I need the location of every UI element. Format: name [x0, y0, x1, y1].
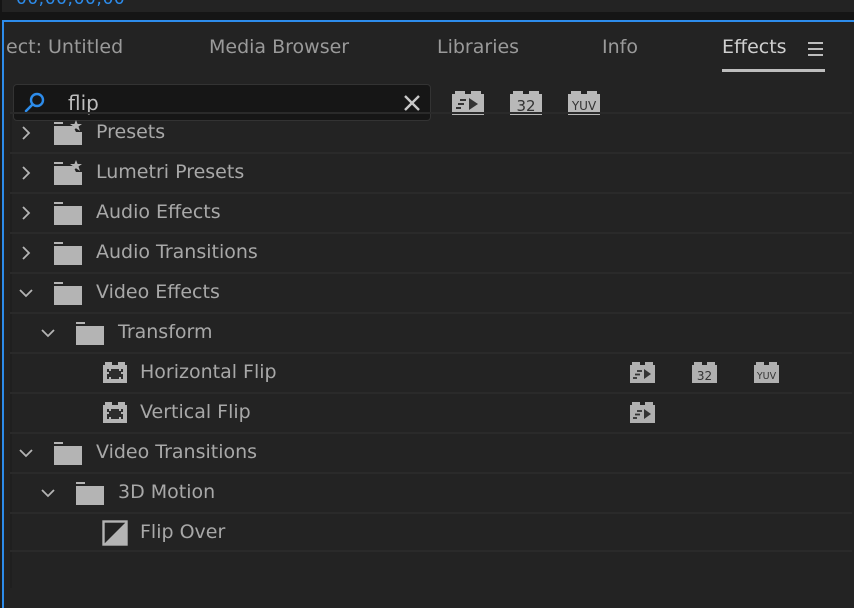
tree-item-flip-over[interactable]: Flip Over	[10, 512, 852, 552]
timecode[interactable]: 00;00;00;00	[16, 0, 125, 9]
accelerated-badge-icon	[630, 401, 655, 427]
tree-item-label: Video Effects	[96, 281, 220, 303]
panel-tabs: ect: Untitled Media Browser Libraries In…	[4, 22, 854, 78]
tab-libraries[interactable]: Libraries	[437, 36, 519, 58]
tree-item-transform[interactable]: Transform	[10, 312, 852, 352]
panel-divider	[0, 12, 854, 20]
folder-icon	[75, 322, 105, 350]
tree-item-video-transitions[interactable]: Video Transitions	[10, 432, 852, 472]
folder-icon	[53, 442, 83, 470]
chevron-down-icon[interactable]	[40, 325, 56, 341]
tree-item-label: Presets	[96, 121, 166, 143]
tree-item-presets[interactable]: Presets	[10, 112, 852, 152]
tree-item-label: Video Transitions	[96, 441, 258, 463]
tab-info[interactable]: Info	[602, 36, 638, 58]
tree-item-video-effects[interactable]: Video Effects	[10, 272, 852, 312]
32-bit-badge-icon: 32	[692, 361, 717, 387]
clear-search-icon[interactable]	[403, 94, 421, 112]
tab-media-browser[interactable]: Media Browser	[209, 36, 349, 58]
chevron-down-icon[interactable]	[18, 285, 34, 301]
tree-item-3d-motion[interactable]: 3D Motion	[10, 472, 852, 512]
tree-item-label: Flip Over	[140, 521, 226, 543]
chevron-right-icon[interactable]	[18, 125, 34, 141]
transition-icon	[102, 520, 128, 550]
active-tab-indicator	[722, 69, 825, 72]
chevron-right-icon[interactable]	[18, 245, 34, 261]
tree-item-lumetri-presets[interactable]: Lumetri Presets	[10, 152, 852, 192]
svg-text:YUV: YUV	[756, 371, 777, 382]
tree-item-audio-effects[interactable]: Audio Effects	[10, 192, 852, 232]
panel-menu-icon[interactable]	[808, 42, 823, 56]
chevron-down-icon[interactable]	[18, 445, 34, 461]
preset-folder-icon	[53, 160, 83, 190]
effects-tree: Presets Lumetri Presets Audio Effects Audio…	[10, 112, 852, 552]
tree-item-label: Audio Effects	[96, 201, 221, 223]
tree-item-label: Lumetri Presets	[96, 161, 245, 183]
tab-project[interactable]: ect: Untitled	[6, 36, 123, 58]
folder-icon	[53, 282, 83, 310]
tree-item-horizontal-flip[interactable]: Horizontal Flip 32 YUV	[10, 352, 852, 392]
tree-item-vertical-flip[interactable]: Vertical Flip	[10, 392, 852, 432]
effect-icon	[102, 360, 128, 388]
folder-icon	[53, 242, 83, 270]
chevron-down-icon[interactable]	[40, 485, 56, 501]
tree-item-label: Horizontal Flip	[140, 361, 277, 383]
svg-text:32: 32	[697, 369, 712, 383]
tree-item-label: Audio Transitions	[96, 241, 258, 263]
folder-icon	[53, 202, 83, 230]
tree-item-audio-transitions[interactable]: Audio Transitions	[10, 232, 852, 272]
chevron-right-icon[interactable]	[18, 205, 34, 221]
yuv-badge-icon: YUV	[754, 361, 779, 387]
effect-icon	[102, 400, 128, 428]
svg-text:YUV: YUV	[571, 99, 597, 113]
chevron-right-icon[interactable]	[18, 165, 34, 181]
preset-folder-icon	[53, 120, 83, 150]
tree-item-label: 3D Motion	[118, 481, 216, 503]
tab-effects[interactable]: Effects	[722, 36, 787, 58]
timeline-header-strip: 00;00;00;00	[0, 0, 854, 12]
tree-item-label: Transform	[118, 321, 213, 343]
tree-item-label: Vertical Flip	[140, 401, 251, 423]
folder-icon	[75, 482, 105, 510]
accelerated-badge-icon	[630, 361, 655, 387]
